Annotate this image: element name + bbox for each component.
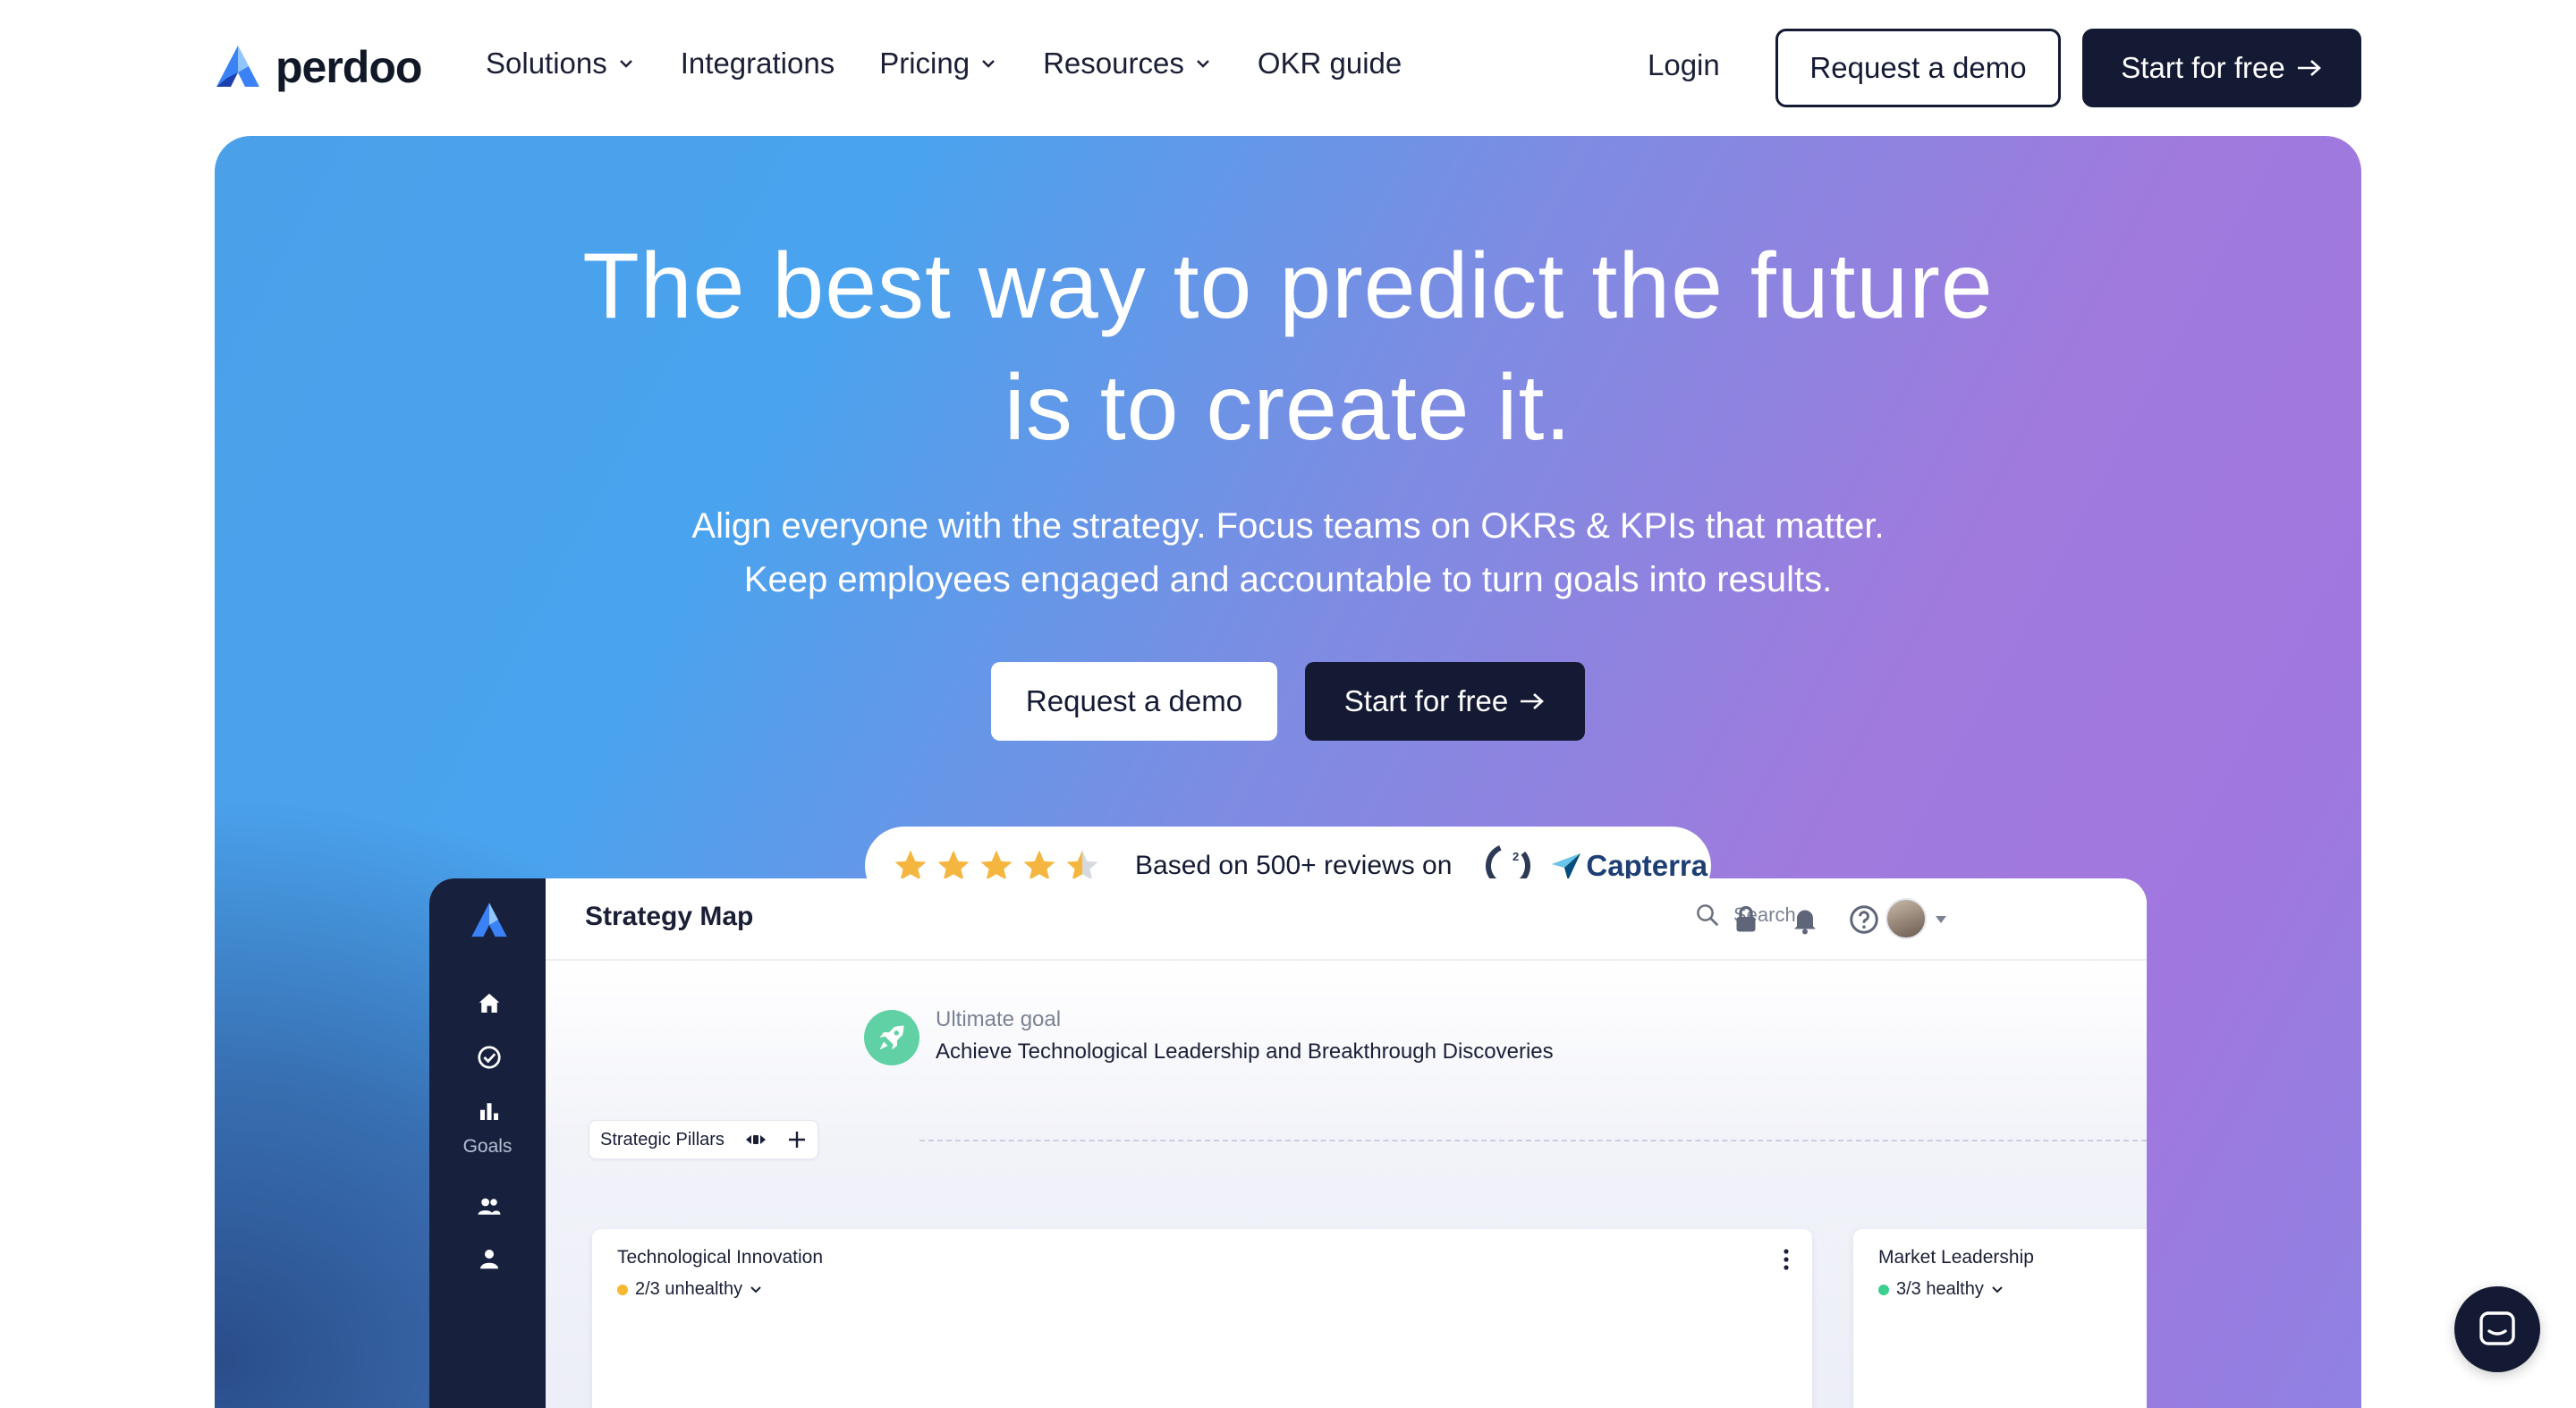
strategic-pillars-label: Strategic Pillars — [600, 1129, 724, 1149]
strategic-pillars-toolbar: Strategic Pillars — [589, 1120, 818, 1159]
help-icon[interactable] — [1848, 903, 1880, 936]
person-icon[interactable] — [476, 1245, 503, 1272]
nav-pricing-label: Pricing — [879, 47, 970, 80]
request-demo-button[interactable]: Request a demo — [1775, 29, 2061, 107]
pillar-card-market-leadership[interactable]: Market Leadership 3/3 healthy — [1853, 1229, 2147, 1408]
app-preview: Goals Strategy Map Search... Ultimate go… — [429, 878, 2147, 1408]
start-free-label: Start for free — [2121, 51, 2285, 84]
status-dot — [617, 1284, 628, 1295]
page-title: Strategy Map — [585, 902, 754, 931]
nav-pricing[interactable]: Pricing — [879, 47, 998, 81]
people-icon[interactable] — [476, 1193, 503, 1220]
reviews-text: Based on 500+ reviews on — [1135, 851, 1453, 880]
nav-resources-label: Resources — [1043, 47, 1184, 80]
hero-title: The best way to predict the future is to… — [215, 225, 2361, 469]
caret-down-icon[interactable] — [1934, 914, 1948, 925]
lock-icon[interactable] — [1730, 903, 1762, 936]
hero-title-line2: is to create it. — [1004, 356, 1572, 460]
nav-resources[interactable]: Resources — [1043, 47, 1213, 81]
pillar-title: Market Leadership — [1878, 1247, 2034, 1268]
bar-chart-icon[interactable] — [476, 1098, 503, 1124]
brand-name: perdoo — [275, 42, 422, 92]
arrow-right-icon — [2297, 60, 2321, 76]
pillar-status[interactable]: 3/3 healthy — [1878, 1279, 2004, 1300]
nav-solutions-label: Solutions — [486, 47, 607, 80]
chat-launcher-button[interactable] — [2454, 1286, 2540, 1372]
hero-subtitle-line1: Align everyone with the strategy. Focus … — [691, 506, 1885, 546]
hero-subtitle-line2: Keep employees engaged and accountable t… — [743, 560, 1833, 599]
nav-integrations-label: Integrations — [680, 47, 835, 80]
rocket-icon — [864, 1010, 919, 1065]
hero-start-free-button[interactable]: Start for free — [1305, 662, 1585, 741]
status-dot — [1878, 1284, 1889, 1295]
nav-links: Solutions Integrations Pricing Resources… — [486, 47, 1446, 81]
strategy-map-canvas: Ultimate goal Achieve Technological Lead… — [546, 961, 2147, 1408]
chevron-down-icon — [1196, 60, 1209, 68]
pillar-card-technological-innovation[interactable]: Technological Innovation 2/3 unhealthy — [592, 1229, 1812, 1408]
hero-subtitle: Align everyone with the strategy. Focus … — [215, 499, 2361, 606]
chevron-down-icon — [750, 1285, 761, 1293]
search-icon — [1697, 904, 1719, 927]
perdoo-logo[interactable]: perdoo — [213, 41, 422, 93]
chevron-down-icon — [982, 60, 995, 68]
hero-request-demo-button[interactable]: Request a demo — [991, 662, 1277, 741]
home-icon[interactable] — [476, 990, 503, 1017]
start-free-button[interactable]: Start for free — [2082, 29, 2361, 107]
hero-start-free-label: Start for free — [1343, 684, 1509, 717]
chevron-down-icon — [1992, 1285, 2003, 1293]
nav-solutions[interactable]: Solutions — [486, 47, 636, 81]
login-link[interactable]: Login — [1648, 48, 1720, 82]
app-header: Strategy Map Search... — [546, 878, 2147, 961]
capterra-arrow-icon — [1552, 853, 1581, 880]
nav-okr-guide-label: OKR guide — [1257, 47, 1402, 80]
pillar-status-text: 3/3 healthy — [1896, 1279, 1984, 1299]
bell-icon[interactable] — [1789, 903, 1821, 936]
pillar-status[interactable]: 2/3 unhealthy — [617, 1279, 762, 1300]
perdoo-logo-icon — [471, 903, 507, 937]
more-options-icon[interactable] — [1782, 1247, 1791, 1272]
app-sidebar: Goals — [429, 878, 546, 1408]
nav-integrations[interactable]: Integrations — [681, 47, 835, 81]
svg-text:2: 2 — [1513, 850, 1519, 863]
chat-icon — [2479, 1311, 2515, 1345]
top-navigation: perdoo Solutions Integrations Pricing Re… — [0, 0, 2576, 136]
avatar[interactable] — [1885, 898, 1927, 939]
pillars-divider — [919, 1140, 2147, 1141]
perdoo-logo-icon — [216, 46, 259, 87]
chevron-down-icon — [619, 60, 632, 68]
hero-title-line1: The best way to predict the future — [582, 234, 1994, 338]
nav-okr-guide[interactable]: OKR guide — [1258, 47, 1402, 81]
ultimate-goal-text[interactable]: Achieve Technological Leadership and Bre… — [936, 1039, 1554, 1064]
ultimate-goal-label: Ultimate goal — [936, 1007, 1062, 1031]
check-circle-icon[interactable] — [476, 1044, 503, 1071]
pillar-status-text: 2/3 unhealthy — [635, 1279, 743, 1299]
arrow-right-icon — [1521, 693, 1545, 709]
sidebar-goals-label: Goals — [462, 1136, 513, 1157]
pillar-title: Technological Innovation — [617, 1247, 823, 1268]
collapse-expand-icon[interactable] — [744, 1130, 767, 1149]
add-pillar-icon[interactable] — [787, 1130, 807, 1149]
